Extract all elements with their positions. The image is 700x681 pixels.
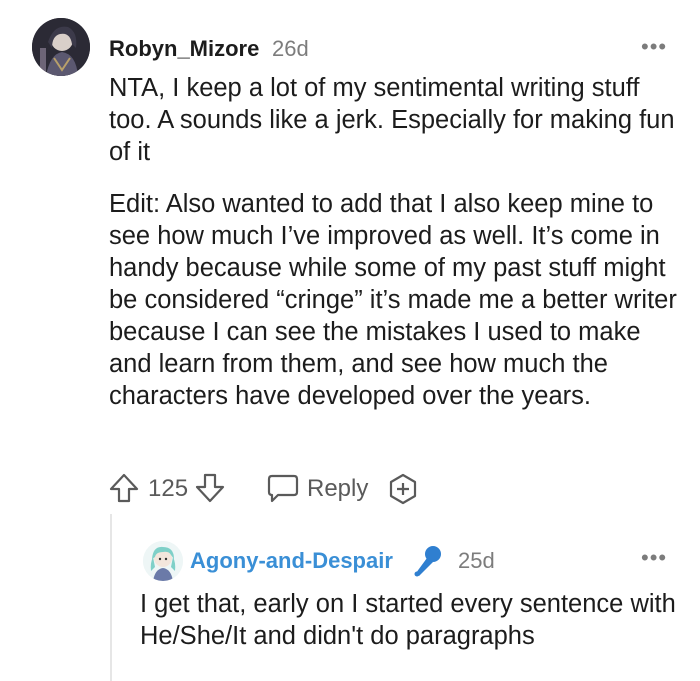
upvote-button[interactable] xyxy=(108,472,140,511)
comment-paragraph-1: NTA, I keep a lot of my sentimental writ… xyxy=(109,74,675,166)
reply-more-options-button[interactable]: ••• xyxy=(641,545,667,571)
arrow-down-icon xyxy=(195,473,225,503)
speech-bubble-icon xyxy=(267,474,299,503)
reply-time: 25d xyxy=(458,548,495,573)
comment-time: 26d xyxy=(272,36,309,61)
clipped-content xyxy=(140,672,680,681)
comment-paragraph-2: Edit: Also wanted to add that I also kee… xyxy=(109,190,677,410)
reply-avatar[interactable] xyxy=(143,541,183,581)
reply-text: I get that, early on I started every sen… xyxy=(140,590,676,650)
avatar[interactable] xyxy=(32,18,90,76)
downvote-button[interactable] xyxy=(194,472,226,511)
reply-author[interactable]: Agony-and-Despair xyxy=(190,548,393,574)
thread-line[interactable] xyxy=(110,514,112,681)
award-button[interactable] xyxy=(386,472,420,513)
arrow-up-icon xyxy=(109,473,139,503)
microphone-icon xyxy=(409,543,445,584)
reply-button[interactable] xyxy=(266,472,300,511)
comment-author[interactable]: Robyn_Mizore xyxy=(109,36,259,62)
vote-count: 125 xyxy=(148,475,189,502)
reply-label[interactable]: Reply xyxy=(307,475,368,503)
award-plus-icon xyxy=(389,473,417,505)
more-options-button[interactable]: ••• xyxy=(641,34,667,60)
